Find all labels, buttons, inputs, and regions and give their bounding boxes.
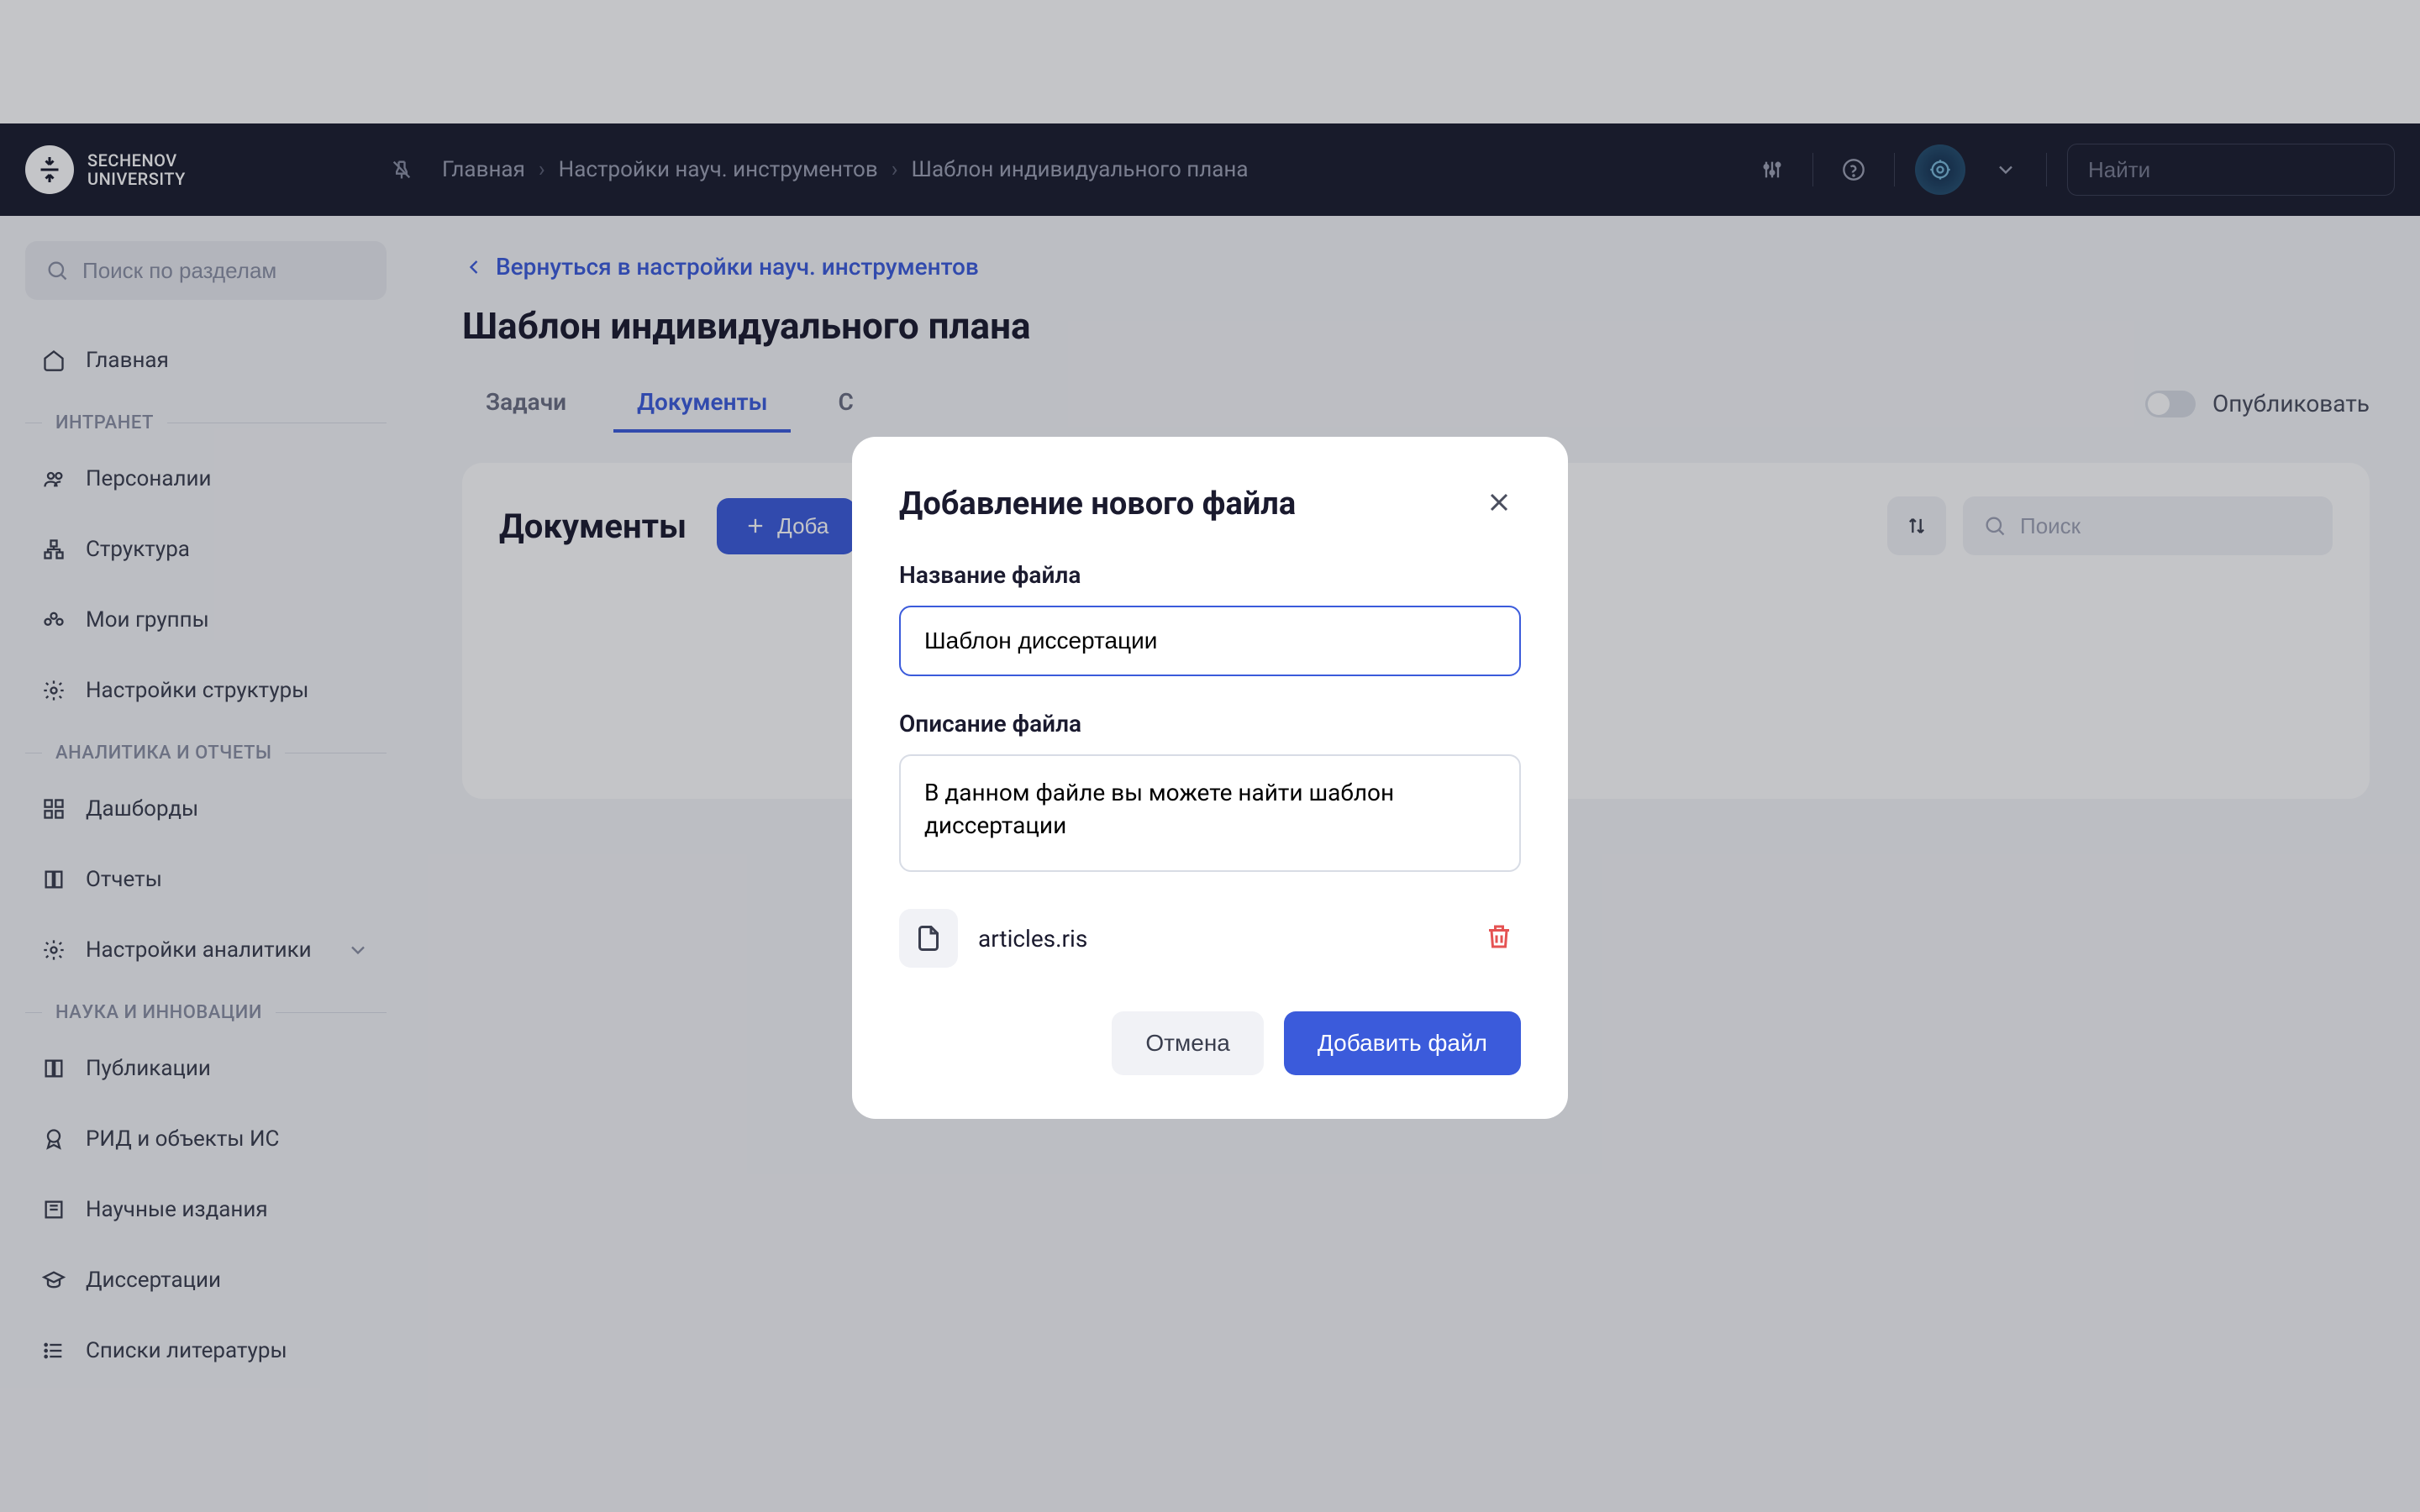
- modal-title: Добавление нового файла: [899, 486, 1296, 522]
- trash-icon: [1484, 921, 1514, 952]
- modal-overlay[interactable]: Добавление нового файла Название файла О…: [0, 0, 2420, 1512]
- delete-file-button[interactable]: [1477, 915, 1521, 962]
- file-name-label: Название файла: [899, 561, 1521, 589]
- close-button[interactable]: [1477, 480, 1521, 528]
- cancel-button[interactable]: Отмена: [1112, 1011, 1263, 1075]
- add-file-modal: Добавление нового файла Название файла О…: [852, 437, 1568, 1119]
- attached-file-name: articles.ris: [978, 925, 1457, 953]
- file-icon: [899, 909, 958, 968]
- file-desc-label: Описание файла: [899, 710, 1521, 738]
- attached-file-row: articles.ris: [899, 909, 1521, 968]
- close-icon: [1484, 487, 1514, 517]
- file-name-input[interactable]: [899, 606, 1521, 676]
- file-desc-input[interactable]: [899, 754, 1521, 872]
- submit-button[interactable]: Добавить файл: [1284, 1011, 1521, 1075]
